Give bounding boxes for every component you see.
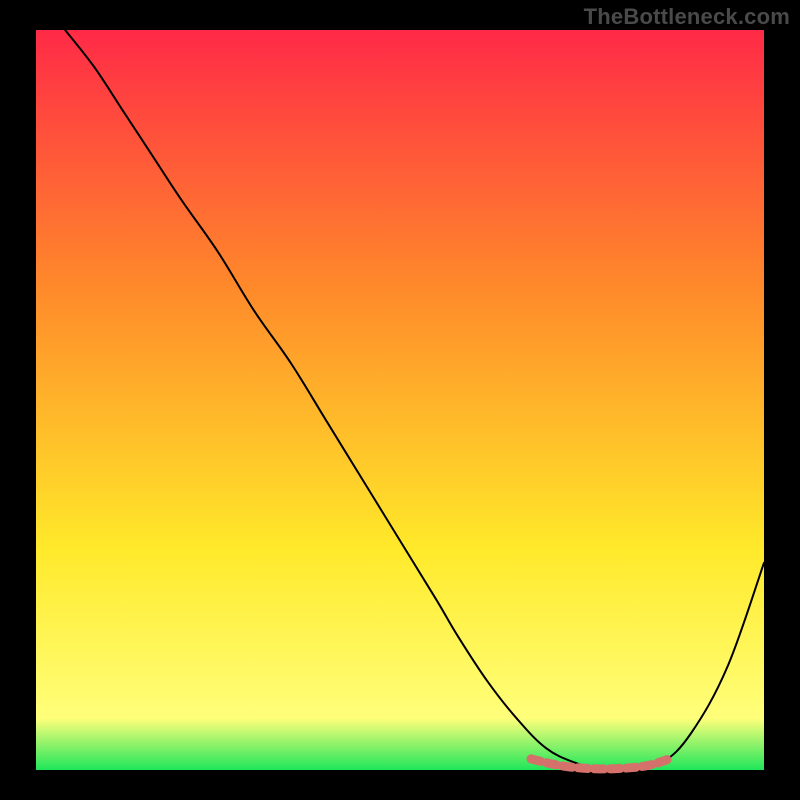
bottleneck-chart	[0, 0, 800, 800]
gradient-background	[36, 30, 764, 770]
chart-frame: TheBottleneck.com	[0, 0, 800, 800]
watermark-text: TheBottleneck.com	[584, 4, 790, 30]
